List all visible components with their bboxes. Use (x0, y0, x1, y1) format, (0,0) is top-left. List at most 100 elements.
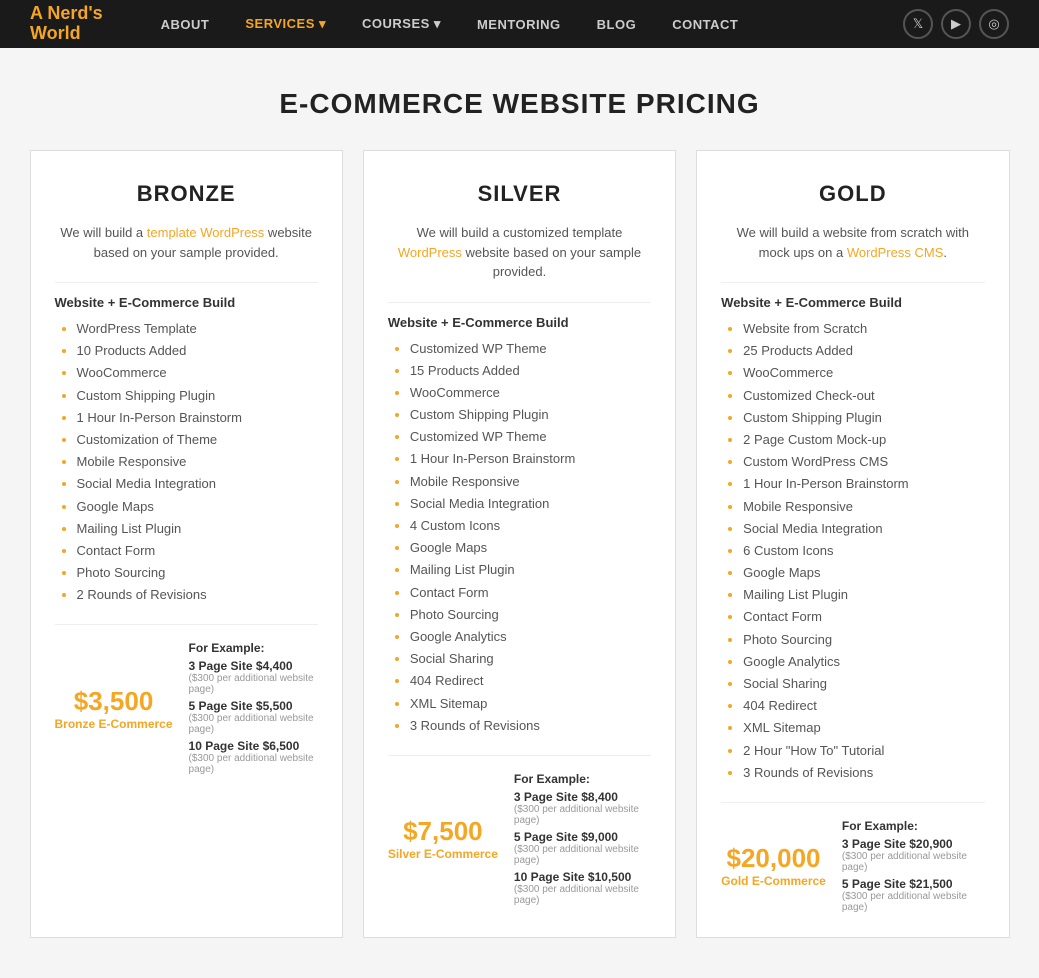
list-item: Social Media Integration (743, 520, 984, 538)
pricing-footer-2: $20,000Gold E-Commerce For Example: 3 Page… (721, 802, 984, 913)
list-item: Customized WP Theme (410, 428, 651, 446)
card-desc-0: We will build a template WordPress websi… (55, 223, 318, 262)
nav-courses[interactable]: COURSES ▾ (344, 0, 459, 48)
price-main-1: $7,500 (403, 816, 483, 847)
price-main-0: $3,500 (74, 686, 154, 717)
price-tier-note: ($300 per additional website page) (514, 804, 651, 826)
list-item: Photo Sourcing (77, 564, 318, 582)
list-item: Customized WP Theme (410, 340, 651, 358)
list-item: Custom Shipping Plugin (77, 387, 318, 405)
price-tier: 5 Page Site $9,000 (514, 830, 651, 844)
pricing-footer-1: $7,500Silver E-Commerce For Example: 3 Pag… (388, 755, 651, 906)
price-tier-note: ($300 per additional website page) (189, 673, 318, 695)
price-label-0: Bronze E-Commerce (55, 717, 173, 731)
list-item: Customization of Theme (77, 431, 318, 449)
pricing-footer-0: $3,500Bronze E-Commerce For Example: 3 Pag… (55, 624, 318, 775)
feature-list-1: Customized WP Theme 15 Products Added WooC… (388, 340, 651, 735)
price-tier-note: ($300 per additional website page) (189, 713, 318, 735)
list-item: Social Media Integration (410, 495, 651, 513)
site-logo[interactable]: A Nerd'sWorld (30, 4, 103, 44)
list-item: Customized Check-out (743, 387, 984, 405)
list-item: Mobile Responsive (743, 498, 984, 516)
price-main-2: $20,000 (727, 843, 821, 874)
feature-list-2: Website from Scratch 25 Products Added Woo… (721, 320, 984, 782)
list-item: 404 Redirect (410, 672, 651, 690)
price-tier: 10 Page Site $10,500 (514, 870, 651, 884)
social-icons: 𝕏 ▶ ◎ (903, 9, 1009, 39)
section-label-1: Website + E-Commerce Build (388, 302, 651, 330)
list-item: Mailing List Plugin (743, 586, 984, 604)
price-tier-note: ($300 per additional website page) (514, 884, 651, 906)
nav-blog[interactable]: BLOG (579, 0, 655, 48)
list-item: 2 Hour "How To" Tutorial (743, 742, 984, 760)
price-right-2: For Example: 3 Page Site $20,900($300 per… (842, 819, 985, 913)
nav-mentoring[interactable]: MENTORING (459, 0, 579, 48)
card-desc-link-2[interactable]: WordPress CMS (847, 245, 944, 260)
price-tier: 3 Page Site $8,400 (514, 790, 651, 804)
list-item: Photo Sourcing (743, 631, 984, 649)
list-item: 1 Hour In-Person Brainstorm (77, 409, 318, 427)
instagram-icon[interactable]: ◎ (979, 9, 1009, 39)
price-left-1: $7,500Silver E-Commerce (388, 772, 498, 906)
list-item: Custom WordPress CMS (743, 453, 984, 471)
pricing-grid: BRONZE We will build a template WordPress… (10, 150, 1030, 978)
section-label-2: Website + E-Commerce Build (721, 282, 984, 310)
list-item: WooCommerce (77, 364, 318, 382)
list-item: WooCommerce (410, 384, 651, 402)
nav-services[interactable]: SERVICES ▾ (227, 0, 344, 48)
list-item: Mailing List Plugin (410, 561, 651, 579)
for-example-0: For Example: (189, 641, 318, 655)
nav-about[interactable]: ABOUT (143, 0, 228, 48)
nav-contact[interactable]: CONTACT (654, 0, 756, 48)
youtube-icon[interactable]: ▶ (941, 9, 971, 39)
list-item: WooCommerce (743, 364, 984, 382)
navbar: A Nerd'sWorld ABOUT SERVICES ▾ COURSES ▾… (0, 0, 1039, 48)
card-title-0: BRONZE (55, 181, 318, 207)
pricing-card-bronze: BRONZE We will build a template WordPress… (30, 150, 343, 938)
page-title: E-COMMERCE WEBSITE PRICING (0, 48, 1039, 150)
price-left-0: $3,500Bronze E-Commerce (55, 641, 173, 775)
list-item: Google Maps (77, 498, 318, 516)
list-item: Contact Form (410, 584, 651, 602)
price-tier-note: ($300 per additional website page) (189, 753, 318, 775)
list-item: 2 Rounds of Revisions (77, 586, 318, 604)
price-tier-note: ($300 per additional website page) (842, 851, 985, 873)
list-item: 1 Hour In-Person Brainstorm (743, 475, 984, 493)
price-tier-note: ($300 per additional website page) (514, 844, 651, 866)
card-desc-1: We will build a customized template Word… (388, 223, 651, 282)
price-right-0: For Example:3 Page Site $4,400($300 per … (189, 641, 318, 775)
twitter-icon[interactable]: 𝕏 (903, 9, 933, 39)
list-item: Mobile Responsive (410, 473, 651, 491)
list-item: 3 Rounds of Revisions (743, 764, 984, 782)
list-item: Contact Form (77, 542, 318, 560)
price-tier: 3 Page Site $4,400 (189, 659, 318, 673)
list-item: Google Maps (743, 564, 984, 582)
list-item: Website from Scratch (743, 320, 984, 338)
list-item: 15 Products Added (410, 362, 651, 380)
for-example-1: For Example: (514, 772, 651, 786)
list-item: Social Sharing (410, 650, 651, 668)
price-label-2: Gold E-Commerce (721, 874, 826, 888)
card-desc-2: We will build a website from scratch wit… (721, 223, 984, 262)
section-label-0: Website + E-Commerce Build (55, 282, 318, 310)
price-tier: 3 Page Site $20,900 (842, 837, 985, 851)
list-item: Google Analytics (410, 628, 651, 646)
list-item: Social Sharing (743, 675, 984, 693)
list-item: Google Analytics (743, 653, 984, 671)
list-item: 1 Hour In-Person Brainstorm (410, 450, 651, 468)
list-item: Google Maps (410, 539, 651, 557)
list-item: 25 Products Added (743, 342, 984, 360)
card-title-1: SILVER (388, 181, 651, 207)
list-item: Mobile Responsive (77, 453, 318, 471)
list-item: 3 Rounds of Revisions (410, 717, 651, 735)
list-item: 10 Products Added (77, 342, 318, 360)
card-desc-link-1[interactable]: WordPress (398, 245, 462, 260)
card-desc-link-0[interactable]: template WordPress (147, 225, 265, 240)
list-item: 4 Custom Icons (410, 517, 651, 535)
list-item: Social Media Integration (77, 475, 318, 493)
price-tier: 5 Page Site $5,500 (189, 699, 318, 713)
for-example-2: For Example: (842, 819, 985, 833)
list-item: 6 Custom Icons (743, 542, 984, 560)
list-item: Custom Shipping Plugin (743, 409, 984, 427)
feature-list-0: WordPress Template10 Products AddedWooCo… (55, 320, 318, 604)
